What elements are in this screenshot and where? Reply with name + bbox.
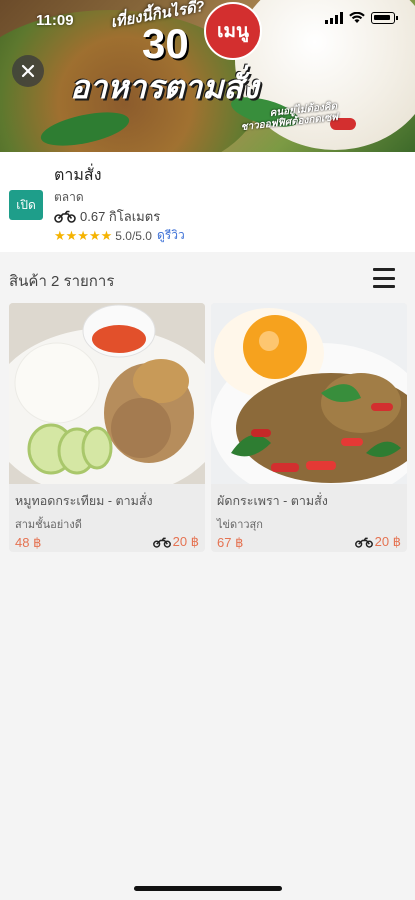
product-card[interactable]: หมูทอดกระเทียม - ตามสั่ง สามชั้นอย่างดี … bbox=[9, 303, 205, 552]
shop-rating: ★★★★★ 5.0/5.0 ดูรีวิว bbox=[54, 226, 185, 245]
shipping-fee: 20 ฿ bbox=[354, 534, 401, 550]
home-indicator[interactable] bbox=[134, 886, 282, 891]
product-price: 48 ฿ bbox=[15, 535, 42, 550]
close-button[interactable] bbox=[12, 55, 44, 87]
motorcycle-icon bbox=[152, 537, 171, 548]
product-name: ผัดกระเพรา - ตามสั่ง bbox=[217, 494, 328, 508]
product-image bbox=[211, 303, 407, 484]
status-bar: 11:09 bbox=[0, 0, 415, 40]
shop-info: เปิด ตามสั่ง ตลาด 0.67 กิโลเมตร ★★★★★ 5.… bbox=[0, 152, 415, 252]
shop-category: ตลาด bbox=[54, 190, 84, 204]
shop-name: ตามสั่ง bbox=[54, 167, 102, 184]
close-icon bbox=[21, 64, 35, 78]
product-image bbox=[9, 303, 205, 484]
battery-icon bbox=[371, 12, 398, 24]
shop-distance: 0.67 กิโลเมตร bbox=[54, 206, 160, 227]
products-header: สินค้า 2 รายการ bbox=[0, 260, 415, 296]
signal-icon bbox=[325, 12, 343, 24]
rating-stars: ★★★★★ bbox=[54, 227, 113, 243]
wifi-icon bbox=[349, 12, 365, 23]
banner-title: อาหารตามสั่ง bbox=[70, 69, 259, 105]
product-name: หมูทอดกระเทียม - ตามสั่ง bbox=[15, 494, 153, 508]
open-status-badge: เปิด bbox=[9, 190, 43, 220]
product-card[interactable]: ผัดกระเพรา - ตามสั่ง ไข่ดาวสุก 67 ฿ 20 ฿ bbox=[211, 303, 407, 552]
product-description: สามชั้นอย่างดี bbox=[15, 519, 82, 531]
motorcycle-icon bbox=[54, 210, 76, 223]
status-time: 11:09 bbox=[36, 12, 74, 29]
product-description: ไข่ดาวสุก bbox=[217, 519, 263, 531]
hamburger-menu-icon[interactable] bbox=[373, 268, 395, 288]
view-reviews-link[interactable]: ดูรีวิว bbox=[157, 226, 185, 245]
rating-text: 5.0/5.0 bbox=[115, 228, 152, 243]
motorcycle-icon bbox=[354, 537, 373, 548]
product-price: 67 ฿ bbox=[217, 535, 244, 550]
product-count: สินค้า 2 รายการ bbox=[9, 273, 115, 290]
shipping-fee: 20 ฿ bbox=[152, 534, 199, 550]
